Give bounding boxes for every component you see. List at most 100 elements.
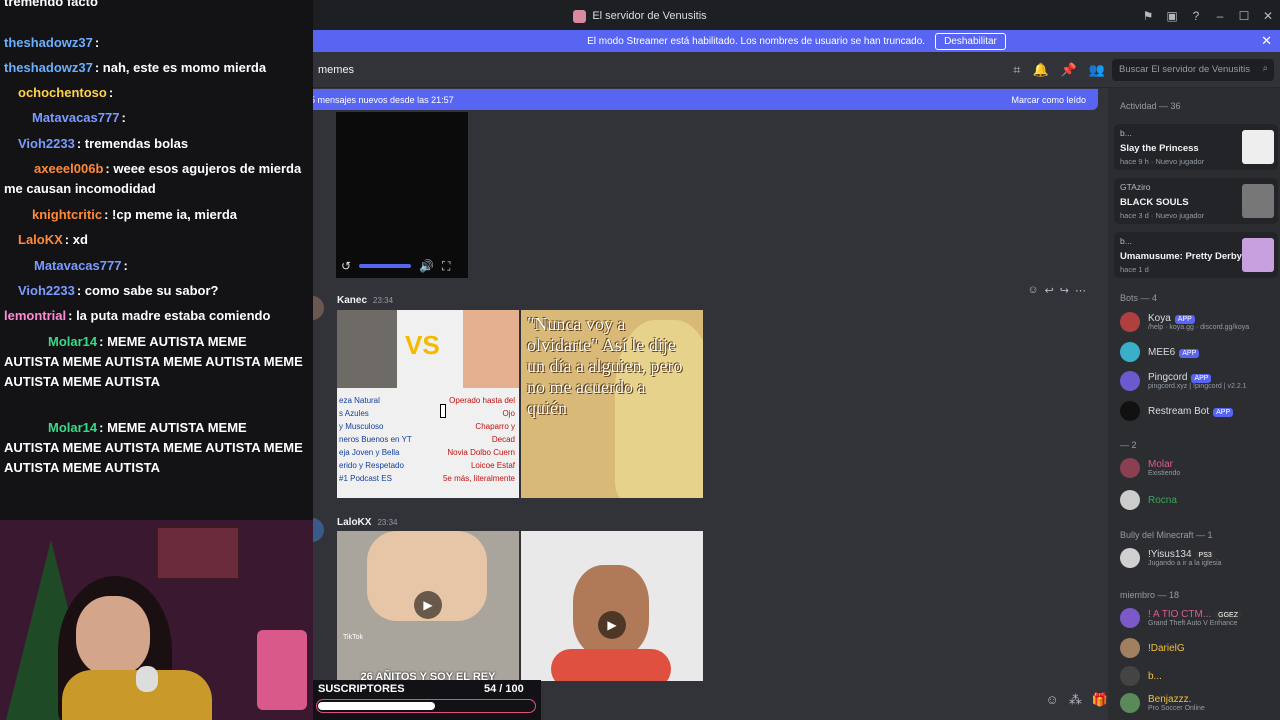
new-messages-bar[interactable]: 75 mensajes nuevos desde las 21:57 Marca… (313, 89, 1098, 110)
member-item[interactable]: ! A TIO CTM... GGEZ Grand Theft Auto V Enh… (1120, 608, 1242, 628)
search-icon: ⌕ (1262, 62, 1268, 74)
activity-meta: hace 3 d · Nuevo jugador (1120, 211, 1205, 220)
meme-image-vs[interactable]: VS eza Natural s Azules y Musculoso nero… (337, 310, 519, 498)
threads-icon[interactable]: ⌗ (1013, 62, 1020, 78)
disable-streamer-button[interactable]: Deshabilitar (935, 32, 1006, 50)
app-badge: APP (1191, 374, 1212, 383)
member-name: !DarielG (1148, 642, 1185, 654)
member-item[interactable]: !Yisus134 PS3 Jugando a ir a la iglesia (1120, 548, 1222, 568)
apps-icon[interactable]: ⁂ (1069, 692, 1082, 708)
member-item[interactable]: Benjazzz. Pro Soccer Online (1120, 693, 1205, 713)
meme-image-anime[interactable]: "Nunca voy a olvidarte" Así le dije un d… (521, 310, 703, 498)
chat-user: Vioh2233 (18, 283, 75, 298)
play-icon[interactable]: ▶ (414, 591, 442, 619)
pin-icon[interactable]: 📌 (1061, 62, 1077, 78)
app-badge: APP (1213, 407, 1234, 417)
chat-text: : (94, 35, 100, 50)
member-item[interactable]: Molar Existiendo (1120, 458, 1180, 478)
bell-icon[interactable]: 🔔 (1032, 62, 1048, 78)
chat-line: Molar14: MEME AUTISTA MEME AUTISTA MEME … (4, 418, 304, 478)
activity-meta: hace 9 h · Nuevo jugador (1120, 157, 1205, 166)
list-item: Novia Dolbo Cuern (447, 448, 515, 457)
member-item[interactable]: Koya APP/help · koya.gg · discord.gg/koya (1120, 312, 1249, 332)
member-item[interactable]: Restream Bot APP (1120, 401, 1234, 421)
video-attachment[interactable]: ▶ (521, 531, 703, 681)
game-thumbnail (1242, 130, 1274, 164)
member-name: Molar (1148, 459, 1174, 470)
member-item[interactable]: Rocna (1120, 490, 1177, 510)
activity-user: GTAziro (1120, 182, 1151, 192)
close-button[interactable]: ✕ (1256, 9, 1280, 23)
forward-icon[interactable]: ↪ (1060, 284, 1069, 297)
search-input[interactable]: Buscar El servidor de Venusitis ⌕ (1112, 58, 1274, 81)
member-item[interactable]: Pingcord APP pingcord.xyz | !pingcord | v2… (1120, 371, 1247, 391)
help-icon[interactable]: ? (1184, 9, 1208, 23)
avatar[interactable] (313, 296, 324, 320)
message-list[interactable]: 75 mensajes nuevos desde las 21:57 Marca… (313, 88, 1108, 720)
activity-card[interactable]: b... Slay the Princess hace 9 h · Nuevo … (1114, 124, 1278, 170)
chat-line: axeeel006b: weee esos agujeros de mierda… (4, 159, 310, 199)
more-icon[interactable]: ⋯ (1075, 284, 1086, 297)
fullscreen-icon[interactable]: ⛶ (442, 259, 450, 274)
activity-card[interactable]: GTAziro BLACK SOULS hace 3 d · Nuevo jug… (1114, 178, 1278, 224)
list-item: #1 Podcast ES (339, 474, 392, 483)
message-header: LaloKX 23:34 (337, 517, 397, 528)
member-status: Jugando a ir a la iglesia (1148, 560, 1222, 567)
subs-label: SUSCRIPTORES (318, 683, 405, 695)
volume-slider[interactable] (359, 264, 412, 268)
message-author[interactable]: Kanec (337, 295, 367, 306)
list-item: 5e más, literalmente (442, 474, 515, 483)
game-thumbnail (1242, 184, 1274, 218)
reply-icon[interactable]: ↩ (1045, 284, 1054, 297)
chat-user: Matavacas777 (32, 110, 120, 125)
photo-left (337, 310, 397, 388)
activity-header: Actividad — 36 (1120, 101, 1181, 111)
chat-line: Matavacas777: (4, 108, 126, 128)
volume-icon[interactable]: 🔊 (419, 259, 434, 273)
emoji-icon[interactable]: ☺ (1046, 692, 1059, 708)
activity-game: Slay the Princess (1120, 143, 1199, 154)
member-item[interactable]: MEE6 APP (1120, 342, 1200, 362)
maximize-button[interactable]: ☐ (1232, 9, 1256, 23)
chat-line: LaloKX: xd (4, 230, 88, 250)
app-badge: APP (1179, 348, 1200, 358)
play-icon[interactable]: ▶ (598, 611, 626, 639)
wall-frame (156, 526, 240, 580)
activity-card[interactable]: b... Umamusume: Pretty Derby hace 1 d (1114, 232, 1278, 278)
composer-actions: ☺ ⁂ 🎁 (1046, 692, 1108, 708)
streamer-text: El modo Streamer está habilitado. Los no… (587, 35, 926, 47)
member-item[interactable]: !DarielG (1120, 638, 1185, 658)
chat-user: Matavacas777 (34, 258, 122, 273)
member-item[interactable]: b... (1120, 666, 1162, 686)
message-author[interactable]: LaloKX (337, 517, 371, 528)
chat-line: lemontrial: la puta madre estaba comiend… (4, 306, 270, 326)
replay-icon[interactable]: ↺ (341, 259, 351, 273)
video-attachment[interactable]: TikTok ▶ 26 AÑITOS Y SOY EL REY (337, 531, 519, 681)
channel-name: memes (318, 63, 355, 76)
members-icon[interactable]: 👥 (1089, 62, 1105, 78)
member-name: ! A TIO CTM... (1148, 609, 1212, 620)
avatar (1120, 401, 1140, 421)
list-item: Chaparro y (475, 422, 515, 431)
react-icon[interactable]: ☺ (1027, 284, 1038, 297)
close-icon[interactable]: ✕ (1261, 33, 1272, 49)
chat-line: theshadowz37: (4, 33, 99, 53)
video-player[interactable]: ↺ 🔊 ⛶ (336, 112, 468, 278)
member-status: Pro Soccer Online (1148, 705, 1205, 712)
member-list[interactable]: Actividad — 36 b... Slay the Princess ha… (1108, 88, 1280, 720)
activity-meta: hace 1 d (1120, 265, 1149, 274)
chat-text: : la puta madre estaba comiendo (68, 308, 271, 323)
inbox-icon[interactable]: ▣ (1160, 9, 1184, 23)
chat-user: LaloKX (18, 232, 63, 247)
chat-text: tremendo facto (4, 0, 98, 9)
chat-user: Molar14 (48, 420, 98, 435)
minimize-button[interactable]: – (1208, 9, 1232, 23)
mark-read-button[interactable]: Marcar como leído (1011, 95, 1086, 105)
flag-icon[interactable]: ⚑ (1136, 9, 1160, 23)
avatar[interactable] (313, 518, 324, 542)
gift-icon[interactable]: 🎁 (1092, 692, 1108, 708)
member-status: Grand Theft Auto V Enhance (1148, 620, 1238, 627)
ggez-badge: GGEZ (1215, 611, 1242, 620)
webcam-overlay (0, 520, 313, 720)
chat-text: : xd (64, 232, 88, 247)
